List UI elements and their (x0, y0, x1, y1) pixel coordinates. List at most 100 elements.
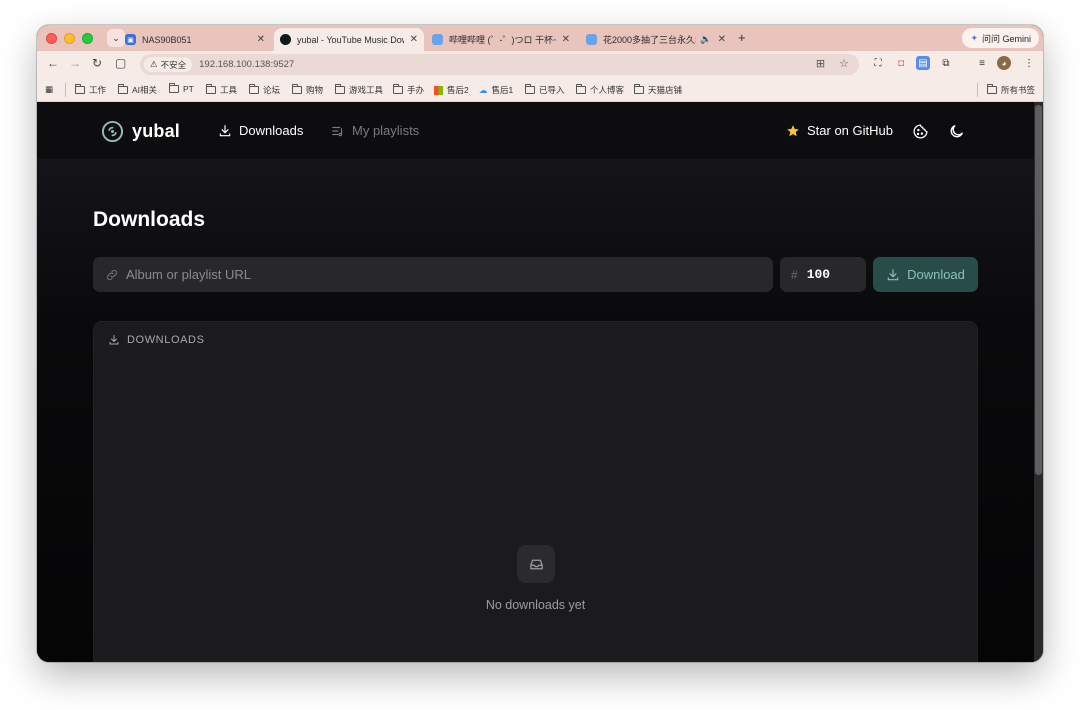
folder-icon (249, 84, 259, 94)
bookmark-folder[interactable]: PT (169, 83, 194, 94)
folder-icon (634, 84, 644, 94)
gemini-button[interactable]: ✦ 问问 Gemini (962, 28, 1039, 48)
bookmark-link[interactable]: 售后2 (434, 84, 469, 96)
close-tab-icon[interactable]: ✕ (410, 34, 418, 45)
browser-tab-yubal[interactable]: yubal - YouTube Music Downl ✕ (274, 28, 424, 51)
cookie-settings-button[interactable] (910, 121, 930, 141)
bookmark-folder[interactable]: 游戏工具 (335, 84, 383, 96)
cookie-icon (912, 123, 928, 139)
bookmark-folder[interactable]: 工作 (75, 84, 106, 96)
downloads-panel: DOWNLOADS No downloads yet (93, 321, 978, 662)
url-input-container (93, 257, 773, 292)
folder-icon (292, 84, 302, 94)
bookmark-folder[interactable]: AI相关 (118, 84, 157, 96)
close-tab-icon[interactable]: ✕ (562, 34, 570, 45)
max-items-input[interactable] (806, 267, 857, 282)
gemini-label: 问问 Gemini (981, 33, 1031, 44)
back-arrow-icon[interactable]: ← (47, 56, 59, 70)
bookmark-separator (977, 83, 978, 97)
download-button[interactable]: Download (873, 257, 978, 292)
browser-tab-bilibili[interactable]: 哔哩哔哩 (゜-゜)つロ 干杯~-bi ✕ (426, 28, 576, 51)
folder-icon (335, 84, 345, 94)
extensions-icon[interactable]: ⧉ (939, 56, 953, 70)
all-bookmarks[interactable]: 所有书签 (987, 84, 1035, 96)
folder-icon (118, 84, 128, 94)
bookmark-star-icon[interactable]: ☆ (839, 57, 849, 70)
bookmark-folder[interactable]: 手办 (393, 84, 424, 96)
reading-list-icon[interactable]: ≡ (975, 56, 989, 70)
translate-icon[interactable]: ⊞ (816, 57, 825, 70)
nav-playlists-label: My playlists (352, 123, 420, 138)
close-window-button[interactable] (46, 32, 57, 44)
bookmark-link[interactable]: ☁ 售后1 (479, 84, 513, 96)
folder-icon (169, 83, 179, 93)
bookmark-folder[interactable]: 工具 (206, 84, 237, 96)
extension-red-icon[interactable]: ◘ (894, 56, 908, 70)
nav-downloads-label: Downloads (239, 123, 304, 138)
hash-icon: # (791, 267, 798, 282)
star-on-github-link[interactable]: Star on GitHub (786, 123, 893, 138)
inbox-icon (529, 559, 543, 569)
address-actions: ⊞ ☆ (816, 57, 849, 70)
more-menu-icon[interactable]: ⋮ (1022, 56, 1036, 70)
bookmark-separator (65, 83, 66, 97)
yubal-logo-icon (101, 120, 124, 143)
link-icon (106, 269, 118, 280)
tab-title: 哔哩哔哩 (゜-゜)つロ 干杯~-bi (449, 35, 556, 45)
extension-puzzle-icon[interactable]: ⛶ (871, 56, 885, 70)
browser-tab-bilibili-2[interactable]: 花2000多抽了三台永久SS 🔈 ✕ (580, 28, 732, 51)
warning-icon: ⚠ (150, 59, 158, 69)
close-tab-icon[interactable]: ✕ (257, 34, 265, 45)
close-tab-icon[interactable]: ✕ (718, 34, 726, 45)
profile-avatar[interactable]: ◕ (997, 56, 1011, 70)
reading-mode-icon[interactable]: ▢ (115, 56, 126, 70)
panel-header: DOWNLOADS (108, 334, 205, 346)
sparkle-icon: ✦ (970, 32, 978, 43)
star-on-github-label: Star on GitHub (807, 123, 893, 138)
folder-icon (206, 84, 216, 94)
yubal-favicon-icon (280, 34, 291, 45)
download-icon (219, 124, 231, 136)
nav-my-playlists[interactable]: My playlists (331, 123, 419, 138)
download-icon (887, 268, 899, 280)
page-scrollbar-thumb[interactable] (1035, 105, 1042, 475)
logo-text: yubal (132, 121, 181, 141)
minimize-window-button[interactable] (64, 32, 75, 44)
folder-icon (393, 84, 403, 94)
bookmark-folder[interactable]: 个人博客 (576, 84, 624, 96)
bookmark-folder[interactable]: 已导入 (525, 84, 565, 96)
bookmark-folder[interactable]: 天猫店铺 (634, 84, 682, 96)
browser-tab-nas[interactable]: ▣ NAS90B051 ✕ (119, 28, 271, 51)
playlist-url-input[interactable] (126, 267, 726, 282)
windows-logo-icon (434, 85, 443, 95)
bilibili-favicon-icon (586, 34, 597, 45)
speaker-icon[interactable]: 🔈 (700, 34, 711, 45)
app-navbar: yubal Downloads My playlists Star on Git… (37, 102, 1034, 160)
forward-arrow-icon[interactable]: → (69, 56, 81, 70)
empty-state-icon-box (517, 545, 555, 583)
bookmark-folder[interactable]: 论坛 (249, 84, 280, 96)
panel-title: DOWNLOADS (127, 334, 205, 346)
bookmarks-bar: ▦ 工作 AI相关 PT 工具 论坛 购物 游戏工具 手办 售后2 ☁ 售后1 已… (37, 78, 1043, 102)
app-logo[interactable]: yubal (101, 120, 180, 143)
url-text[interactable]: 192.168.100.138:9527 (199, 59, 294, 70)
max-items-container: # (780, 257, 866, 292)
extension-blue-icon[interactable]: ▤ (916, 56, 930, 70)
theme-toggle-button[interactable] (946, 121, 966, 141)
nav-downloads[interactable]: Downloads (218, 123, 303, 138)
reload-icon[interactable]: ↻ (92, 56, 102, 70)
window-controls (46, 32, 93, 44)
maximize-window-button[interactable] (82, 32, 93, 44)
tab-strip: ⌄ ▣ NAS90B051 ✕ yubal - YouTube Music Do… (37, 25, 1043, 51)
tab-title: 花2000多抽了三台永久SS (603, 35, 696, 45)
moon-icon (950, 124, 963, 137)
bilibili-favicon-icon (432, 34, 443, 45)
star-icon (787, 124, 799, 136)
download-button-label: Download (907, 267, 965, 282)
address-bar[interactable]: ⚠ 不安全 192.168.100.138:9527 ⊞ ☆ (140, 54, 859, 75)
security-badge[interactable]: ⚠ 不安全 (144, 57, 193, 72)
bookmark-folder[interactable]: 购物 (292, 84, 323, 96)
nas-favicon-icon: ▣ (125, 34, 136, 45)
new-tab-button[interactable]: + (738, 30, 746, 45)
apps-grid-icon[interactable]: ▦ (45, 84, 53, 95)
